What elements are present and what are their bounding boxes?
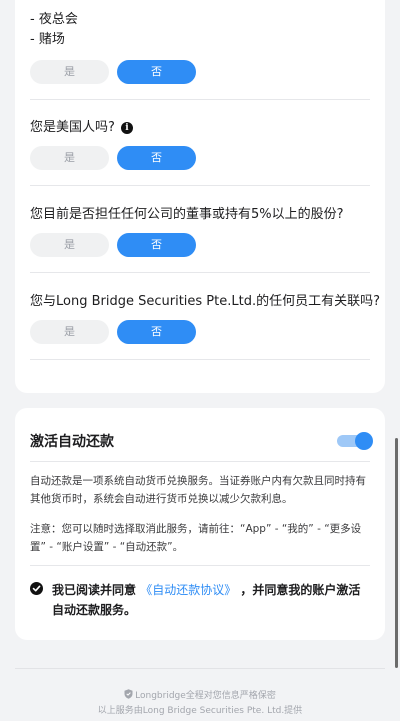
no-option-button[interactable]: 否	[117, 60, 196, 84]
privacy-text: Longbridge全程对您信息严格保密	[135, 691, 276, 701]
no-option-button[interactable]: 否	[117, 146, 196, 170]
bullet-item: - 赌场	[30, 32, 65, 47]
auto-repay-note: 注意：您可以随时选择取消此服务，请前往：“App” - “我的” - “更多设置…	[30, 523, 362, 553]
scrollbar[interactable]	[395, 438, 398, 668]
auto-repay-title: 激活自动还款	[30, 434, 114, 450]
toggle-knob	[355, 432, 373, 450]
check-icon[interactable]	[30, 582, 43, 595]
question-text: 您是美国人吗?	[30, 120, 115, 135]
agreement-prefix: 我已阅读并同意	[52, 583, 141, 597]
service-provider-notice: 以上服务由Long Bridge Securities Pte. Ltd.提供	[97, 706, 303, 716]
divider	[30, 359, 370, 360]
divider	[15, 668, 385, 669]
divider	[30, 461, 370, 462]
yes-option-button[interactable]: 是	[30, 233, 109, 257]
info-icon[interactable]: i	[120, 122, 133, 134]
shield-icon	[124, 689, 133, 699]
bullet-item: - 夜总会	[30, 12, 78, 27]
yes-no-toggle-group: 是 否	[30, 146, 196, 170]
no-option-button[interactable]: 否	[117, 233, 196, 257]
agreement-text: 我已阅读并同意 《自动还款协议》 ，并同意我的账户激活自动还款服务。	[52, 580, 370, 620]
privacy-notice: Longbridge全程对您信息严格保密	[0, 688, 400, 701]
yes-no-toggle-group: 是 否	[30, 60, 196, 84]
yes-option-button[interactable]: 是	[30, 320, 109, 344]
director-question: 您目前是否担任任何公司的董事或持有5%以上的股份?	[30, 207, 344, 222]
auto-repay-description: 自动还款是一项系统自动货币兑换服务。当证券账户内有欠款且同时持有其他货币时，系统…	[30, 475, 366, 505]
divider	[30, 185, 370, 186]
yes-option-button[interactable]: 是	[30, 60, 109, 84]
auto-repay-agreement-link[interactable]: 《自动还款协议》	[140, 583, 236, 597]
divider	[30, 565, 370, 566]
divider	[30, 272, 370, 273]
auto-repay-toggle[interactable]	[337, 432, 373, 450]
yes-option-button[interactable]: 是	[30, 146, 109, 170]
yes-no-toggle-group: 是 否	[30, 320, 196, 344]
no-option-button[interactable]: 否	[117, 320, 196, 344]
divider	[30, 99, 370, 100]
yes-no-toggle-group: 是 否	[30, 233, 196, 257]
employee-relation-question: 您与Long Bridge Securities Pte.Ltd.的任何员工有关…	[30, 294, 380, 309]
us-person-question: 您是美国人吗? i	[30, 116, 133, 135]
